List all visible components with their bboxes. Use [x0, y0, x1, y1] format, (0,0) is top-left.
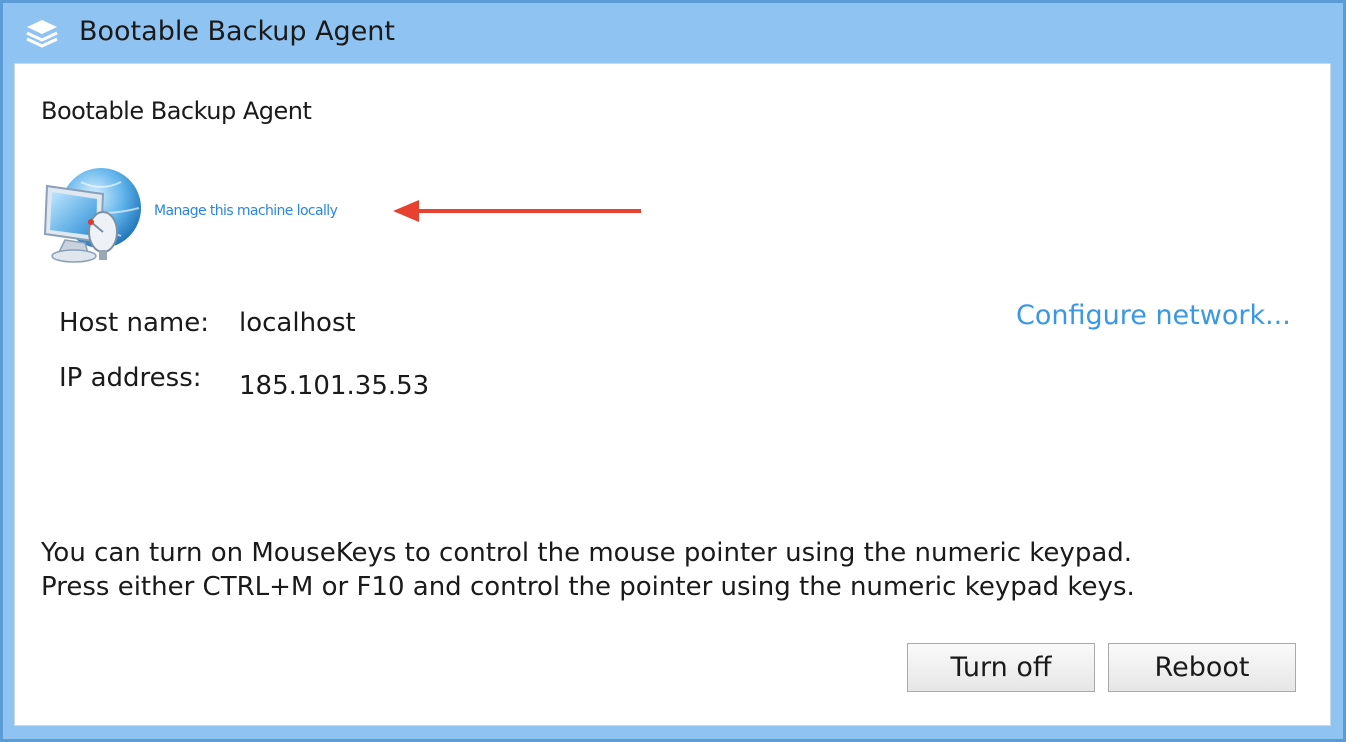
window-title: Bootable Backup Agent	[79, 16, 395, 47]
app-window: Bootable Backup Agent Bootable Backup Ag…	[0, 0, 1346, 742]
title-bar[interactable]: Bootable Backup Agent	[3, 3, 1343, 61]
turn-off-button[interactable]: Turn off	[907, 643, 1095, 692]
layers-icon	[26, 20, 58, 48]
red-arrow-icon	[393, 200, 641, 222]
configure-network-link[interactable]: Configure network...	[1016, 300, 1291, 331]
ip-address-label: IP address:	[59, 363, 202, 393]
mousekeys-info-line-1: You can turn on MouseKeys to control the…	[41, 538, 1133, 568]
computer-globe-icon[interactable]	[41, 164, 143, 268]
page-title: Bootable Backup Agent	[41, 97, 312, 125]
reboot-button[interactable]: Reboot	[1108, 643, 1296, 692]
host-name-label: Host name:	[59, 308, 209, 338]
ip-address-value: 185.101.35.53	[239, 371, 430, 401]
mousekeys-info-line-2: Press either CTRL+M or F10 and control t…	[41, 572, 1135, 602]
manage-locally-link[interactable]: Manage this machine locally	[154, 203, 338, 219]
content-panel: Bootable Backup Agent Manage this machin…	[14, 63, 1331, 726]
host-name-value: localhost	[239, 308, 356, 338]
